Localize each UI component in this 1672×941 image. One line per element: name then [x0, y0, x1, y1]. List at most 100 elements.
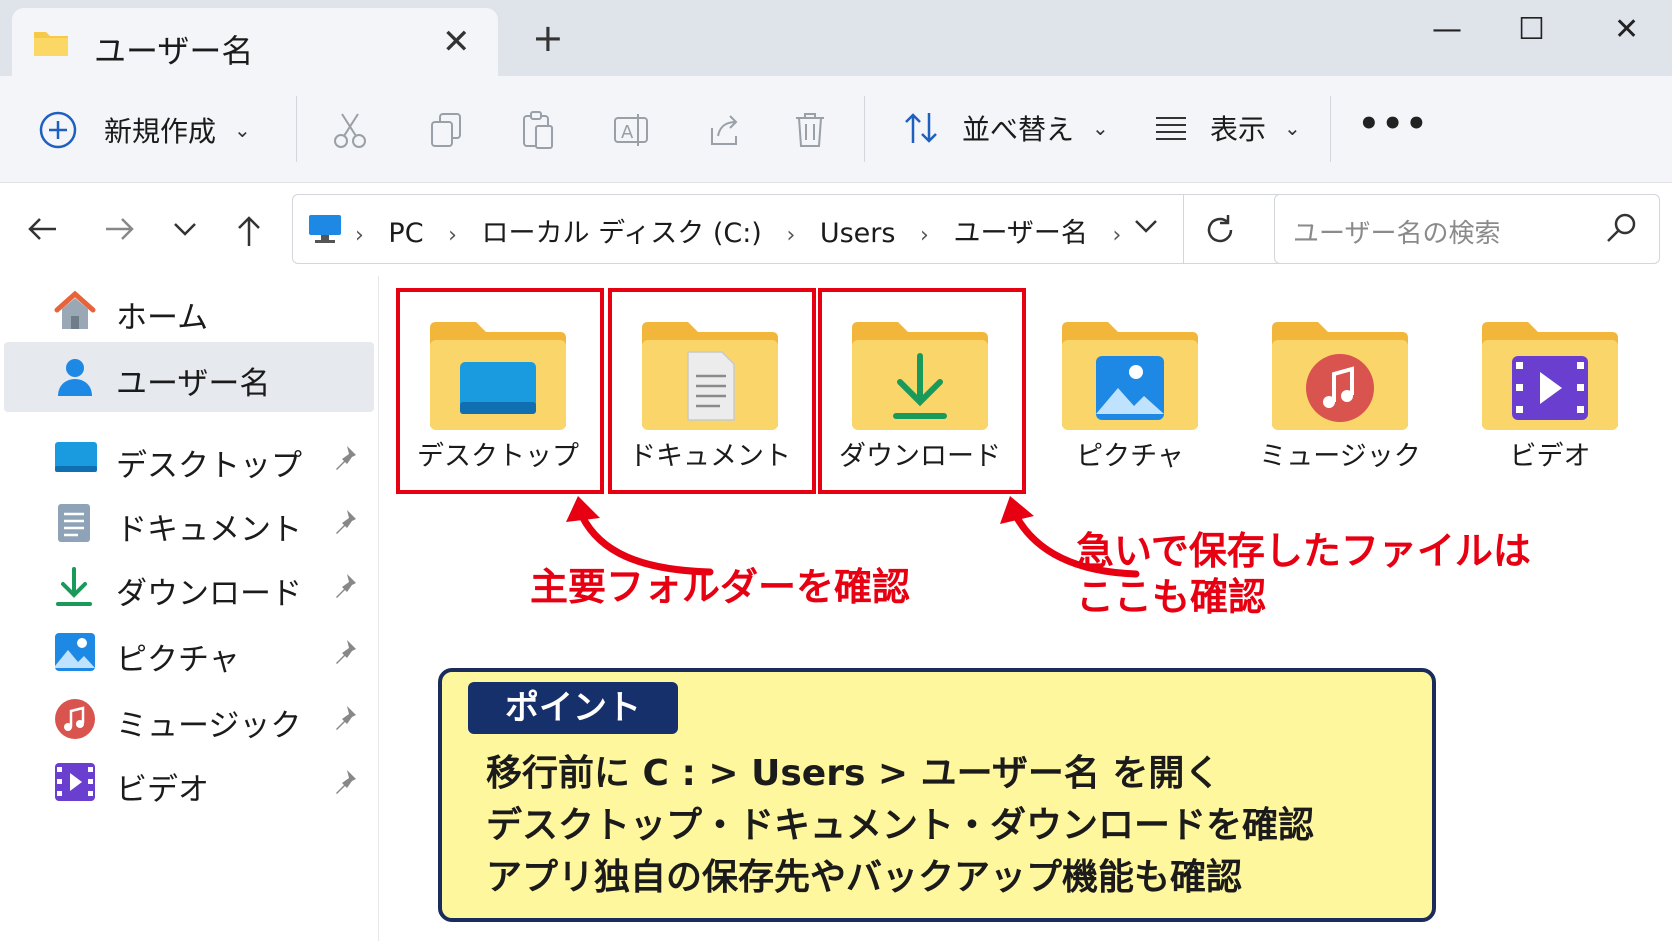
sort-arrows-icon	[905, 113, 937, 143]
copy-icon[interactable]	[428, 110, 464, 150]
back-arrow-icon[interactable]	[26, 214, 60, 244]
tab-current-folder[interactable]: ユーザー名 ✕	[12, 8, 498, 76]
chevron-down-icon: ⌄	[1284, 116, 1301, 140]
new-tab-button[interactable]: +	[532, 16, 564, 60]
highlight-box-downloads	[818, 288, 1026, 494]
pin-icon[interactable]	[332, 444, 358, 472]
home-icon	[54, 290, 96, 329]
video-icon	[55, 763, 95, 801]
point-line: 移行前に C : > Users > ユーザー名 を開く	[486, 753, 1221, 794]
sidebar-item-label: ミュージック	[116, 708, 302, 744]
plus-circle-icon	[39, 111, 77, 149]
close-window-button[interactable]: ✕	[1614, 12, 1639, 47]
sidebar-item-label: ビデオ	[116, 772, 209, 808]
desktop-icon	[55, 442, 97, 472]
folder-label: ビデオ	[1509, 441, 1591, 472]
view-button[interactable]: 表示 ⌄	[1154, 108, 1301, 148]
refresh-icon[interactable]	[1203, 213, 1237, 247]
sidebar-item-label: デスクトップ	[116, 448, 302, 484]
more-options-button[interactable]: •••	[1358, 104, 1429, 144]
point-badge: ポイント	[468, 682, 678, 734]
breadcrumb-local-disk[interactable]: ローカル ディスク (C:)	[482, 218, 762, 249]
sidebar-item-pictures[interactable]: ピクチャ	[4, 618, 374, 688]
pin-icon[interactable]	[332, 704, 358, 732]
pictures-folder-icon	[1062, 322, 1198, 430]
pin-icon[interactable]	[332, 768, 358, 796]
pin-icon[interactable]	[332, 508, 358, 536]
search-box[interactable]: ユーザー名の検索	[1274, 194, 1660, 264]
folder-videos[interactable]: ビデオ	[1452, 284, 1648, 490]
maximize-button[interactable]: ☐	[1518, 12, 1545, 47]
pictures-icon	[55, 633, 95, 671]
annotation-main-folders: 主要フォルダーを確認	[530, 565, 911, 609]
search-icon[interactable]	[1605, 211, 1639, 245]
sidebar-item-label: ユーザー名	[116, 366, 271, 402]
command-bar: 新規作成 ⌄ A 並べ替え ⌄ 表示 ⌄ •••	[0, 76, 1672, 183]
point-callout: ポイント 移行前に C : > Users > ユーザー名 を開く デスクトップ…	[438, 668, 1436, 922]
view-label: 表示	[1210, 113, 1267, 146]
list-view-icon	[1156, 117, 1186, 140]
sort-button[interactable]: 並べ替え ⌄	[902, 108, 1109, 148]
sidebar-item-label: ドキュメント	[116, 512, 302, 548]
user-icon	[58, 359, 92, 396]
videos-folder-icon	[1482, 322, 1618, 430]
toolbar-divider	[296, 96, 297, 162]
sidebar-item-username[interactable]: ユーザー名	[4, 342, 374, 412]
pin-icon[interactable]	[332, 638, 358, 666]
trash-icon[interactable]	[792, 110, 828, 150]
up-arrow-icon[interactable]	[234, 214, 264, 248]
tab-title: ユーザー名	[94, 32, 254, 70]
breadcrumb-separator: ›	[355, 223, 364, 248]
breadcrumb-separator: ›	[786, 223, 796, 248]
recent-chevron-icon[interactable]	[172, 220, 198, 238]
share-icon[interactable]	[704, 110, 744, 150]
navigation-bar: › PC › ローカル ディスク (C:) › Users › ユーザー名 › …	[0, 182, 1672, 274]
search-placeholder: ユーザー名の検索	[1293, 219, 1501, 249]
folder-label: ミュージック	[1259, 441, 1421, 472]
highlight-box-desktop	[396, 288, 604, 494]
forward-arrow-icon[interactable]	[102, 214, 136, 244]
highlight-box-documents	[608, 288, 816, 494]
sidebar-item-home[interactable]: ホーム	[4, 276, 374, 346]
minimize-button[interactable]: —	[1432, 12, 1462, 47]
svg-text:A: A	[621, 122, 634, 143]
download-icon	[56, 567, 92, 606]
point-line: アプリ独自の保存先やバックアップ機能も確認	[486, 857, 1243, 898]
folder-pictures[interactable]: ピクチャ	[1032, 284, 1228, 490]
breadcrumb-separator: ›	[920, 223, 929, 248]
sidebar-item-documents[interactable]: ドキュメント	[4, 488, 374, 558]
chevron-down-icon: ⌄	[1092, 116, 1109, 140]
music-icon	[55, 699, 95, 739]
toolbar-divider	[864, 96, 865, 162]
breadcrumb-pc[interactable]: PC	[388, 218, 423, 249]
sidebar-item-downloads[interactable]: ダウンロード	[4, 552, 374, 622]
address-bar[interactable]: › PC › ローカル ディスク (C:) › Users › ユーザー名 ›	[292, 194, 1294, 264]
navigation-pane: ホーム ユーザー名 デスクトップ ドキュメント ダウンロード ピクチャ ミュージ…	[0, 276, 379, 941]
sidebar-item-music[interactable]: ミュージック	[4, 684, 374, 754]
folder-icon	[34, 32, 68, 56]
address-divider	[1183, 195, 1184, 263]
folder-music[interactable]: ミュージック	[1242, 284, 1438, 490]
sidebar-item-label: ホーム	[116, 300, 209, 336]
sidebar-item-label: ダウンロード	[116, 576, 302, 612]
breadcrumb: › PC › ローカル ディスク (C:) › Users › ユーザー名 ›	[355, 211, 1137, 250]
sidebar-item-videos[interactable]: ビデオ	[4, 748, 374, 818]
new-button[interactable]: 新規作成 ⌄	[38, 110, 251, 150]
chevron-down-icon: ⌄	[234, 118, 251, 142]
tab-close-icon[interactable]: ✕	[442, 22, 471, 62]
folder-label: ピクチャ	[1076, 441, 1184, 472]
paste-icon[interactable]	[520, 110, 556, 150]
annotation-download-note-1: 急いで保存したファイルは	[1076, 529, 1531, 573]
breadcrumb-users[interactable]: Users	[820, 218, 896, 249]
breadcrumb-username[interactable]: ユーザー名	[953, 218, 1087, 249]
music-folder-icon	[1272, 322, 1408, 430]
cut-icon[interactable]	[332, 110, 368, 150]
toolbar-divider	[1330, 96, 1331, 162]
breadcrumb-separator: ›	[1112, 223, 1122, 248]
pin-icon[interactable]	[332, 572, 358, 600]
sidebar-item-desktop[interactable]: デスクトップ	[4, 424, 374, 494]
sidebar-item-label: ピクチャ	[116, 642, 240, 678]
address-dropdown-icon[interactable]	[1133, 217, 1159, 235]
rename-icon[interactable]: A	[612, 110, 652, 150]
breadcrumb-separator: ›	[448, 223, 457, 248]
